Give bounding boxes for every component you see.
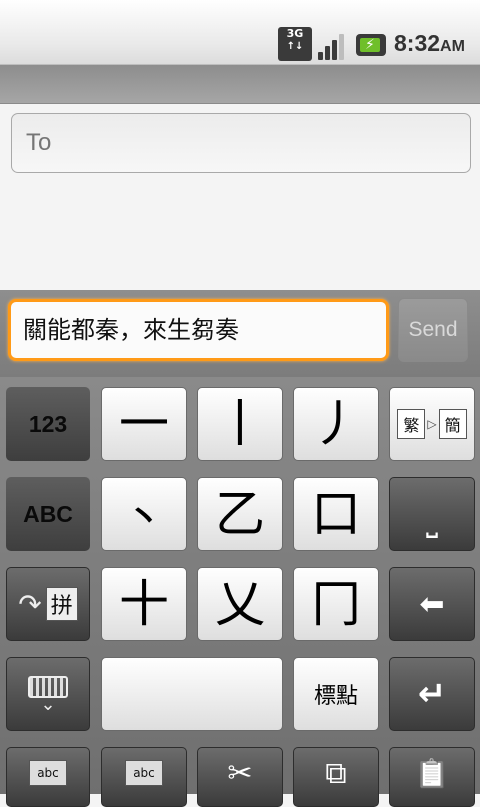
stroke-key-shu[interactable]: 丨 <box>197 387 283 461</box>
network-activity-icon: ↑↓ <box>286 41 304 52</box>
cut-key[interactable]: ✂ <box>197 747 283 807</box>
title-bar <box>0 65 480 104</box>
stroke-heng-label: 一 <box>119 395 169 453</box>
stroke-key-zhe[interactable]: 乙 <box>197 477 283 551</box>
numbers-mode-label: 123 <box>28 410 68 437</box>
compose-bar: 關能都秦，來生芻奏 Send <box>0 290 480 377</box>
stroke-keyboard: 123 一 丨 丿 繁 ▷ 簡 ABC 丶 乙 口 ⎵ ↷ 拼 十 乂 冂 ⬅ … <box>0 377 480 807</box>
switch-arrow-icon: ↷ <box>18 587 42 621</box>
punctuation-key[interactable]: 標點 <box>293 657 379 731</box>
stroke-kou-label: 口 <box>311 485 361 543</box>
convert-arrow-icon: ▷ <box>427 417 437 431</box>
to-recipient-input[interactable] <box>11 113 471 173</box>
wildcard-key[interactable] <box>101 657 283 731</box>
enter-key[interactable]: ↵ <box>389 657 475 731</box>
status-bar: 3G ↑↓ ⚡ 8:32AM <box>0 0 480 65</box>
paste-key[interactable]: 📋 <box>389 747 475 807</box>
stroke-key-shi[interactable]: 十 <box>101 567 187 641</box>
abc-mode-label: ABC <box>23 500 73 527</box>
stroke-dian-label: 丶 <box>127 497 161 538</box>
send-button[interactable]: Send <box>398 298 468 362</box>
pinyin-char-icon: 拼 <box>45 587 78 621</box>
scissors-icon: ✂ <box>227 755 253 791</box>
status-time-ampm: AM <box>440 38 465 55</box>
abc-mode-key[interactable]: ABC <box>6 477 90 551</box>
pinyin-mode-key[interactable]: ↷ 拼 <box>6 567 90 641</box>
cursor-text-key[interactable]: abc <box>101 747 187 807</box>
keyboard-settings-key[interactable]: ⌄ <box>6 657 90 731</box>
stroke-key-heng[interactable]: 一 <box>101 387 187 461</box>
traditional-char-icon: 繁 <box>397 409 426 439</box>
select-text-key[interactable]: abc <box>6 747 90 807</box>
status-clock: 8:32AM <box>394 30 465 57</box>
stroke-pie-label: 丿 <box>311 395 361 453</box>
stroke-key-jiong[interactable]: 冂 <box>293 567 379 641</box>
enter-icon: ↵ <box>417 674 447 714</box>
stroke-key-kou[interactable]: 口 <box>293 477 379 551</box>
copy-icon: ⧉ <box>325 755 347 791</box>
traditional-simplified-key[interactable]: 繁 ▷ 簡 <box>389 387 475 461</box>
simplified-char-icon: 簡 <box>438 409 467 439</box>
network-3g-icon: 3G ↑↓ <box>278 27 312 61</box>
battery-charging-icon: ⚡ <box>356 34 386 56</box>
stroke-jiong-label: 冂 <box>311 575 361 633</box>
stroke-key-cross[interactable]: 乂 <box>197 567 283 641</box>
hide-keyboard-chevron-icon: ⌄ <box>40 694 56 715</box>
signal-strength-icon <box>316 28 348 60</box>
backspace-key[interactable]: ⬅ <box>389 567 475 641</box>
message-input[interactable]: 關能都秦，來生芻奏 <box>8 299 389 361</box>
status-time-value: 8:32 <box>394 30 441 56</box>
backspace-icon: ⬅ <box>419 586 445 622</box>
space-icon: ⎵ <box>426 503 438 539</box>
network-type-label: 3G <box>286 27 304 40</box>
copy-key[interactable]: ⧉ <box>293 747 379 807</box>
stroke-key-dian[interactable]: 丶 <box>101 477 187 551</box>
punctuation-label: 標點 <box>313 684 358 709</box>
cursor-abc-icon: abc <box>125 760 163 786</box>
stroke-shi-label: 十 <box>119 575 169 633</box>
battery-bolt-icon: ⚡ <box>365 37 375 53</box>
stroke-key-pie[interactable]: 丿 <box>293 387 379 461</box>
select-abc-icon: abc <box>29 760 67 786</box>
stroke-shu-label: 丨 <box>215 395 265 453</box>
stroke-zhe-label: 乙 <box>215 485 265 543</box>
clipboard-icon: 📋 <box>414 756 450 790</box>
numbers-mode-key[interactable]: 123 <box>6 387 90 461</box>
stroke-cross-label: 乂 <box>215 575 265 633</box>
space-key[interactable]: ⎵ <box>389 477 475 551</box>
